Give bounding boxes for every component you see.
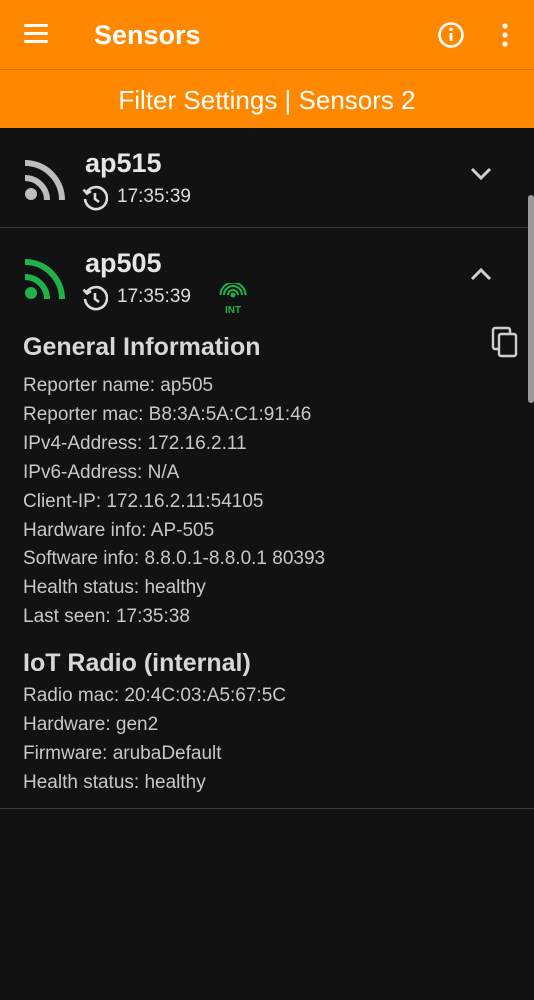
general-info-title: General Information xyxy=(23,333,261,361)
refresh-clock-icon xyxy=(82,185,108,211)
info-line-health: Health status: healthy xyxy=(23,577,206,598)
internal-radio-icon: INT xyxy=(219,283,247,315)
hamburger-menu-icon[interactable] xyxy=(24,24,48,44)
info-line-ipv4: IPv4-Address: 172.16.2.11 xyxy=(23,433,247,454)
iot-radio-title: IoT Radio (internal) xyxy=(23,649,251,677)
chevron-down-icon[interactable] xyxy=(469,166,493,182)
sensor-row-ap515[interactable]: ap515 17:35:39 xyxy=(0,128,534,227)
divider xyxy=(0,808,534,809)
info-line-reporter-mac: Reporter mac: B8:3A:5A:C1:91:46 xyxy=(23,404,312,425)
app-bar: Sensors xyxy=(0,0,534,70)
copy-icon[interactable] xyxy=(491,326,519,358)
more-vert-icon[interactable] xyxy=(498,22,512,48)
iot-line-health: Health status: healthy xyxy=(23,772,206,793)
scrollbar-thumb[interactable] xyxy=(528,195,534,403)
page-title: Sensors xyxy=(94,20,201,50)
refresh-clock-icon xyxy=(82,285,108,311)
chevron-up-icon[interactable] xyxy=(469,266,493,282)
sensor-name: ap505 xyxy=(85,248,162,278)
info-line-ipv6: IPv6-Address: N/A xyxy=(23,462,180,483)
sensor-name: ap515 xyxy=(85,148,162,178)
iot-line-firmware: Firmware: arubaDefault xyxy=(23,743,222,764)
int-badge: INT xyxy=(225,305,241,315)
sensor-time-group: 17:35:39 xyxy=(82,285,232,311)
info-icon[interactable] xyxy=(437,21,465,49)
sensor-time: 17:35:39 xyxy=(117,186,191,207)
sensor-time-group: 17:35:39 xyxy=(82,185,232,211)
wifi-signal-gray-icon xyxy=(24,160,65,201)
wifi-signal-green-icon xyxy=(24,259,65,300)
info-line-software: Software info: 8.8.0.1-8.8.0.1 80393 xyxy=(23,548,326,569)
sensor-time: 17:35:39 xyxy=(117,286,191,307)
info-line-client-ip: Client-IP: 172.16.2.11:54105 xyxy=(23,491,264,512)
info-line-reporter-name: Reporter name: ap505 xyxy=(23,375,214,396)
iot-line-hardware: Hardware: gen2 xyxy=(23,714,159,735)
filter-settings-bar[interactable]: Filter Settings | Sensors 2 xyxy=(0,70,534,128)
filter-settings-label: Filter Settings | Sensors 2 xyxy=(118,85,416,115)
iot-line-radio-mac: Radio mac: 20:4C:03:A5:67:5C xyxy=(23,685,286,706)
info-line-hardware: Hardware info: AP-505 xyxy=(23,520,215,541)
info-line-last-seen: Last seen: 17:35:38 xyxy=(23,606,190,627)
